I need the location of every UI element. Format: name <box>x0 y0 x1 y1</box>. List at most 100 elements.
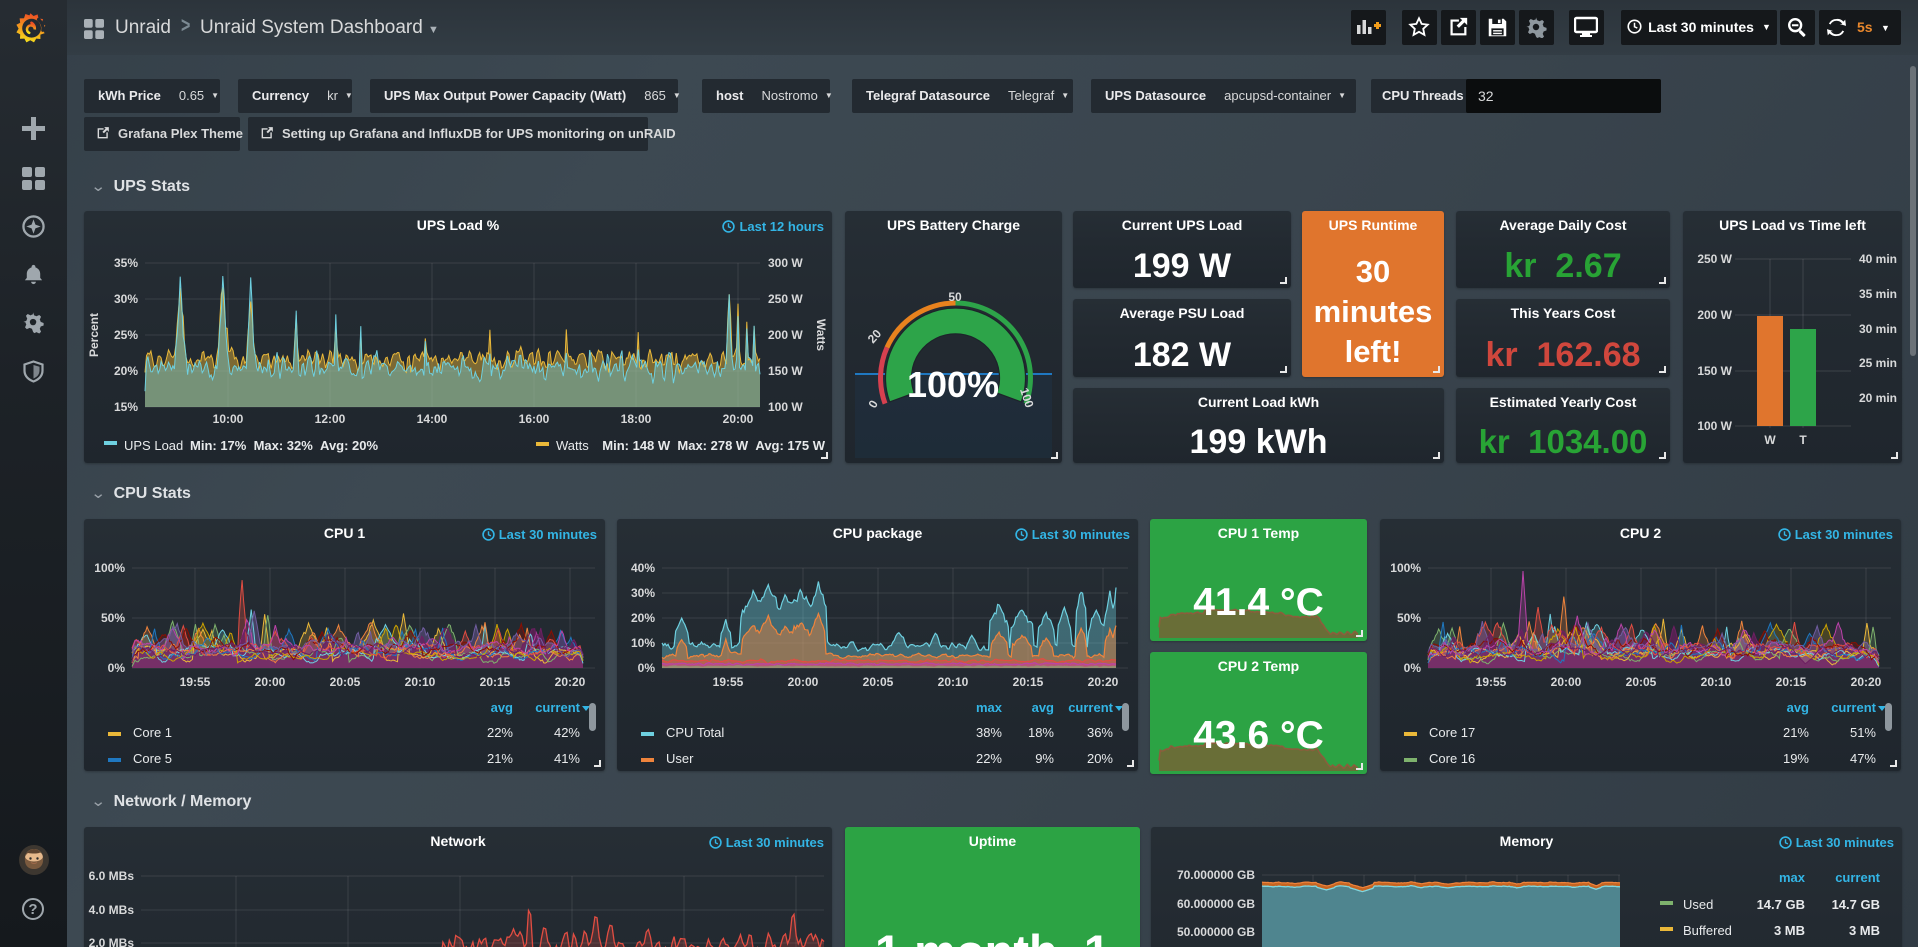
svg-text:200 W: 200 W <box>1697 308 1732 322</box>
svg-text:20:05: 20:05 <box>863 675 894 689</box>
svg-text:Min: 148 W Max: 278 W Avg: 1: Min: 148 W Max: 278 W Avg: 175 W <box>602 438 825 453</box>
svg-text:35 min: 35 min <box>1859 287 1897 301</box>
svg-text:22%: 22% <box>976 751 1002 766</box>
svg-text:Buffered: Buffered <box>1683 923 1732 938</box>
svg-text:100 W: 100 W <box>1697 419 1732 433</box>
svg-text:CPU Total: CPU Total <box>666 725 724 740</box>
svg-text:avg: avg <box>491 700 513 715</box>
svg-text:41%: 41% <box>554 751 580 766</box>
svg-text:avg: avg <box>1032 700 1054 715</box>
svg-text:19:55: 19:55 <box>713 675 744 689</box>
svg-text:12:00: 12:00 <box>315 412 346 426</box>
svg-text:200 W: 200 W <box>768 328 803 342</box>
svg-text:Core 16: Core 16 <box>1429 751 1475 766</box>
svg-text:30 min: 30 min <box>1859 322 1897 336</box>
svg-text:3 MB: 3 MB <box>1849 923 1880 938</box>
svg-text:UPS Load: UPS Load <box>124 438 183 453</box>
svg-text:Core 5: Core 5 <box>133 751 172 766</box>
svg-text:50%: 50% <box>1397 611 1421 625</box>
svg-text:19:55: 19:55 <box>1476 675 1507 689</box>
svg-text:20:05: 20:05 <box>330 675 361 689</box>
svg-text:14:00: 14:00 <box>417 412 448 426</box>
svg-text:20:20: 20:20 <box>1851 675 1882 689</box>
svg-text:current: current <box>1831 700 1876 715</box>
svg-text:15%: 15% <box>114 400 138 414</box>
svg-text:250 W: 250 W <box>768 292 803 306</box>
svg-text:19%: 19% <box>1783 751 1809 766</box>
svg-text:20%: 20% <box>631 611 655 625</box>
svg-text:T: T <box>1799 433 1807 447</box>
svg-text:20:10: 20:10 <box>405 675 436 689</box>
svg-text:20:00: 20:00 <box>723 412 754 426</box>
svg-text:22%: 22% <box>487 725 513 740</box>
svg-text:250 W: 250 W <box>1697 252 1732 266</box>
svg-text:20:10: 20:10 <box>1701 675 1732 689</box>
svg-text:51%: 51% <box>1850 725 1876 740</box>
svg-text:38%: 38% <box>976 725 1002 740</box>
svg-text:150 W: 150 W <box>1697 364 1732 378</box>
svg-text:0%: 0% <box>638 661 656 675</box>
svg-text:35%: 35% <box>114 256 138 270</box>
svg-text:4.0 MBs: 4.0 MBs <box>89 903 135 917</box>
svg-text:21%: 21% <box>487 751 513 766</box>
svg-text:25 min: 25 min <box>1859 356 1897 370</box>
svg-text:20:15: 20:15 <box>480 675 511 689</box>
svg-text:20:10: 20:10 <box>938 675 969 689</box>
svg-text:3 MB: 3 MB <box>1774 923 1805 938</box>
svg-text:20:00: 20:00 <box>788 675 819 689</box>
svg-text:36%: 36% <box>1087 725 1113 740</box>
svg-text:40%: 40% <box>631 561 655 575</box>
svg-text:20:20: 20:20 <box>555 675 586 689</box>
svg-text:current: current <box>535 700 580 715</box>
svg-text:20:15: 20:15 <box>1776 675 1807 689</box>
svg-text:20:00: 20:00 <box>1551 675 1582 689</box>
svg-text:0%: 0% <box>108 661 126 675</box>
svg-text:100%: 100% <box>907 364 999 405</box>
svg-text:Min: 17% Max: 32% Avg: 20%: Min: 17% Max: 32% Avg: 20% <box>190 438 379 453</box>
svg-text:18%: 18% <box>1028 725 1054 740</box>
svg-text:100 W: 100 W <box>768 400 803 414</box>
svg-text:max: max <box>976 700 1003 715</box>
svg-text:70.000000 GB: 70.000000 GB <box>1177 868 1255 882</box>
svg-text:100%: 100% <box>1390 561 1421 575</box>
svg-text:50%: 50% <box>101 611 125 625</box>
svg-text:Used: Used <box>1683 897 1713 912</box>
svg-text:300 W: 300 W <box>768 256 803 270</box>
svg-text:Watts: Watts <box>814 319 828 352</box>
svg-text:14.7 GB: 14.7 GB <box>1832 897 1880 912</box>
svg-text:42%: 42% <box>554 725 580 740</box>
svg-text:30%: 30% <box>631 586 655 600</box>
svg-text:Core 1: Core 1 <box>133 725 172 740</box>
svg-text:150 W: 150 W <box>768 364 803 378</box>
svg-text:16:00: 16:00 <box>519 412 550 426</box>
svg-text:current: current <box>1835 870 1880 885</box>
svg-text:50.000000 GB: 50.000000 GB <box>1177 925 1255 939</box>
svg-text:100%: 100% <box>94 561 125 575</box>
svg-text:10%: 10% <box>631 636 655 650</box>
svg-text:2.0 MBs: 2.0 MBs <box>89 936 135 947</box>
svg-text:20:15: 20:15 <box>1013 675 1044 689</box>
svg-text:21%: 21% <box>1783 725 1809 740</box>
svg-text:6.0 MBs: 6.0 MBs <box>89 869 135 883</box>
svg-text:20%: 20% <box>114 364 138 378</box>
svg-text:10:00: 10:00 <box>213 412 244 426</box>
svg-text:avg: avg <box>1787 700 1809 715</box>
svg-text:Watts: Watts <box>556 438 589 453</box>
svg-text:14.7 GB: 14.7 GB <box>1757 897 1805 912</box>
svg-text:0%: 0% <box>1404 661 1422 675</box>
svg-text:30%: 30% <box>114 292 138 306</box>
svg-text:47%: 47% <box>1850 751 1876 766</box>
svg-text:20:05: 20:05 <box>1626 675 1657 689</box>
svg-text:20%: 20% <box>1087 751 1113 766</box>
svg-text:W: W <box>1764 433 1776 447</box>
svg-text:Percent: Percent <box>87 313 101 357</box>
svg-text:25%: 25% <box>114 328 138 342</box>
svg-text:20: 20 <box>865 326 885 346</box>
svg-text:18:00: 18:00 <box>621 412 652 426</box>
svg-text:40 min: 40 min <box>1859 252 1897 266</box>
svg-text:60.000000 GB: 60.000000 GB <box>1177 897 1255 911</box>
svg-text:Core 17: Core 17 <box>1429 725 1475 740</box>
svg-text:max: max <box>1779 870 1806 885</box>
svg-text:9%: 9% <box>1035 751 1054 766</box>
svg-text:20 min: 20 min <box>1859 391 1897 405</box>
